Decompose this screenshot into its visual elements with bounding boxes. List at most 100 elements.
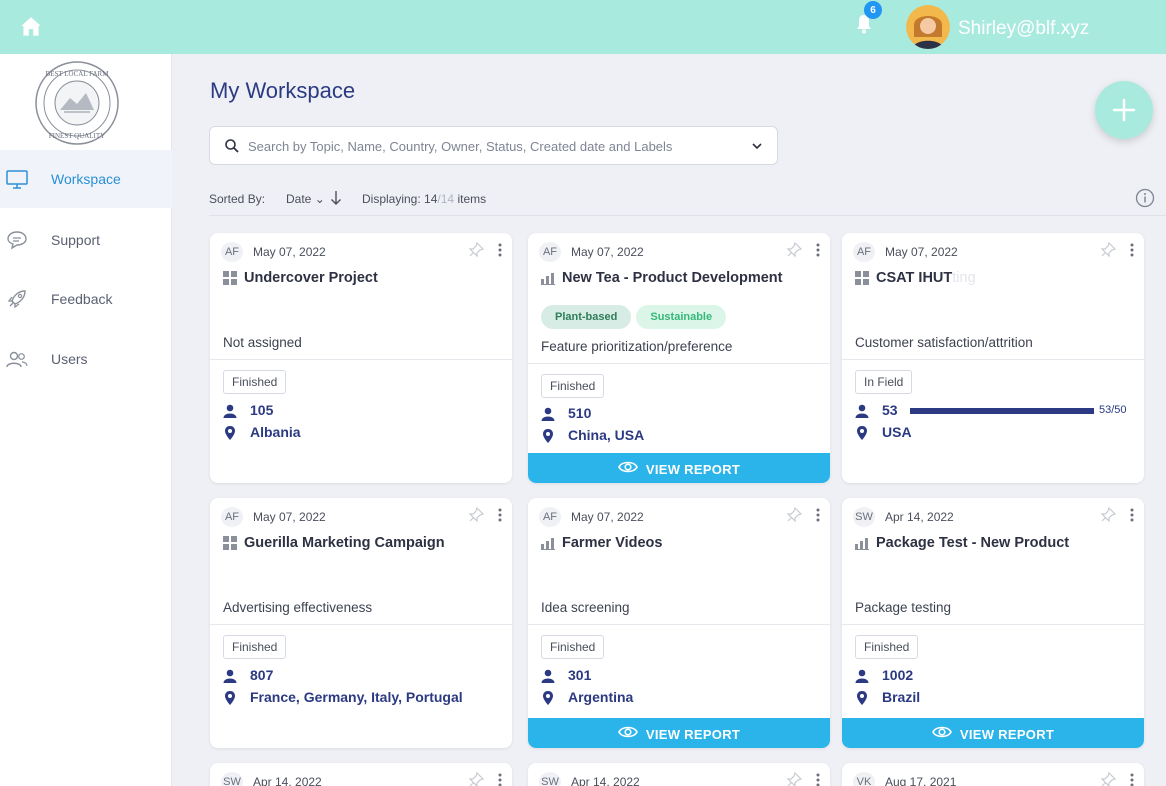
card-category: Advertising effectiveness	[223, 600, 373, 615]
farm-logo: BEST LOCAL FARM FINEST QUALITY	[35, 61, 119, 145]
person-icon	[541, 669, 555, 683]
home-icon[interactable]	[18, 14, 44, 40]
sidebar-item-workspace[interactable]: Workspace	[0, 150, 172, 208]
project-card[interactable]: AF May 07, 2022 Undercover Project Not assi…	[210, 233, 512, 483]
view-report-button[interactable]: VIEW REPORT	[842, 718, 1144, 748]
divider	[210, 624, 512, 625]
project-card[interactable]: AF May 07, 2022 New Tea - Product Developm…	[528, 233, 830, 483]
sidebar-item-users[interactable]: Users	[0, 330, 172, 388]
project-card[interactable]: AF May 07, 2022 Farmer Videos Idea screenin…	[528, 498, 830, 748]
add-button[interactable]	[1095, 81, 1153, 139]
project-card[interactable]: AF May 07, 2022 Guerilla Marketing Campaig…	[210, 498, 512, 748]
sidebar: BEST LOCAL FARM FINEST QUALITY Workspace…	[0, 54, 172, 786]
card-location: China, USA	[568, 427, 645, 443]
location-icon	[223, 691, 237, 705]
logo-text-bottom: FINEST QUALITY	[49, 132, 105, 140]
more-menu-icon[interactable]	[814, 772, 822, 786]
eye-icon	[931, 725, 952, 744]
respondent-count: 807	[250, 667, 274, 683]
sidebar-item-feedback[interactable]: Feedback	[0, 270, 172, 328]
user-email[interactable]: Shirley@blf.xyz	[958, 18, 1089, 40]
tag-list: Plant-based Sustainable	[541, 305, 727, 329]
more-menu-icon[interactable]	[814, 242, 822, 258]
project-card[interactable]: VK Aug 17, 2021	[842, 763, 1144, 786]
pin-icon[interactable]	[468, 506, 485, 523]
logo-text-top: BEST LOCAL FARM	[46, 70, 110, 78]
search-icon	[225, 139, 239, 153]
card-location: Albania	[250, 424, 301, 440]
status-badge: Finished	[541, 374, 605, 398]
project-card[interactable]: SW Apr 14, 2022	[528, 763, 830, 786]
monitor-icon	[6, 170, 28, 189]
pin-icon[interactable]	[1100, 506, 1117, 523]
view-report-button[interactable]: VIEW REPORT	[528, 453, 830, 483]
progress-label: 53/50	[1099, 404, 1127, 416]
info-icon[interactable]	[1135, 188, 1155, 208]
card-date: Apr 14, 2022	[571, 775, 640, 786]
sort-select[interactable]: Date ⌄	[286, 192, 325, 206]
more-menu-icon[interactable]	[496, 507, 504, 523]
respondent-count: 510	[568, 405, 592, 421]
divider	[210, 359, 512, 360]
card-title[interactable]: Undercover Project	[244, 270, 378, 286]
owner-initials: AF	[539, 242, 561, 262]
pin-icon[interactable]	[1100, 241, 1117, 258]
more-menu-icon[interactable]	[496, 772, 504, 786]
card-category: Feature prioritization/preference	[541, 339, 733, 354]
pin-icon[interactable]	[786, 506, 803, 523]
card-title[interactable]: Package Test - New Product	[876, 535, 1069, 551]
sidebar-item-label: Support	[51, 232, 101, 248]
project-card[interactable]: SW Apr 14, 2022	[210, 763, 512, 786]
pin-icon[interactable]	[786, 771, 803, 786]
pin-icon[interactable]	[786, 241, 803, 258]
arrow-down-icon[interactable]	[330, 190, 342, 206]
owner-initials: AF	[539, 507, 561, 527]
more-menu-icon[interactable]	[496, 242, 504, 258]
owner-initials: SW	[853, 507, 875, 527]
owner-initials: AF	[853, 242, 875, 262]
more-menu-icon[interactable]	[1128, 507, 1136, 523]
card-date: Aug 17, 2021	[885, 775, 957, 786]
project-card[interactable]: SW Apr 14, 2022 Package Test - New Product…	[842, 498, 1144, 748]
more-menu-icon[interactable]	[1128, 242, 1136, 258]
card-category: Package testing	[855, 600, 952, 615]
view-report-button[interactable]: VIEW REPORT	[528, 718, 830, 748]
status-badge: Finished	[223, 370, 287, 394]
card-title[interactable]: New Tea - Product Development	[562, 270, 783, 286]
location-icon	[855, 691, 869, 705]
card-title[interactable]: Farmer Videos	[562, 535, 662, 551]
tag-badge[interactable]: Sustainable	[636, 305, 727, 329]
sidebar-item-label: Feedback	[51, 291, 113, 307]
person-icon	[223, 404, 237, 418]
tag-badge[interactable]: Plant-based	[541, 305, 632, 329]
divider	[842, 359, 1144, 360]
status-badge: Finished	[541, 635, 605, 659]
more-menu-icon[interactable]	[814, 507, 822, 523]
search-input[interactable]: Search by Topic, Name, Country, Owner, S…	[209, 126, 778, 165]
owner-initials: AF	[221, 507, 243, 527]
chevron-down-icon[interactable]	[751, 140, 763, 152]
page-title: My Workspace	[210, 78, 356, 103]
sidebar-item-support[interactable]: Support	[0, 211, 172, 269]
card-title[interactable]: CSAT IHUTting	[876, 270, 976, 286]
card-title[interactable]: Guerilla Marketing Campaign	[244, 535, 445, 551]
avatar[interactable]	[906, 5, 950, 49]
notification-badge: 6	[864, 1, 882, 19]
progress-fill	[910, 408, 1094, 414]
more-menu-icon[interactable]	[1128, 772, 1136, 786]
card-location: USA	[882, 424, 912, 440]
grid-icon	[223, 536, 237, 550]
divider	[528, 363, 830, 364]
respondent-count: 301	[568, 667, 592, 683]
pin-icon[interactable]	[1100, 771, 1117, 786]
divider	[209, 215, 1166, 216]
owner-initials: SW	[221, 772, 243, 786]
pin-icon[interactable]	[468, 241, 485, 258]
card-date: May 07, 2022	[571, 245, 644, 259]
pin-icon[interactable]	[468, 771, 485, 786]
status-badge: In Field	[855, 370, 913, 394]
card-category: Not assigned	[223, 335, 302, 350]
card-category: Customer satisfaction/attrition	[855, 335, 1033, 350]
location-icon	[855, 426, 869, 440]
project-card[interactable]: AF May 07, 2022 CSAT IHUTting Customer sati…	[842, 233, 1144, 483]
